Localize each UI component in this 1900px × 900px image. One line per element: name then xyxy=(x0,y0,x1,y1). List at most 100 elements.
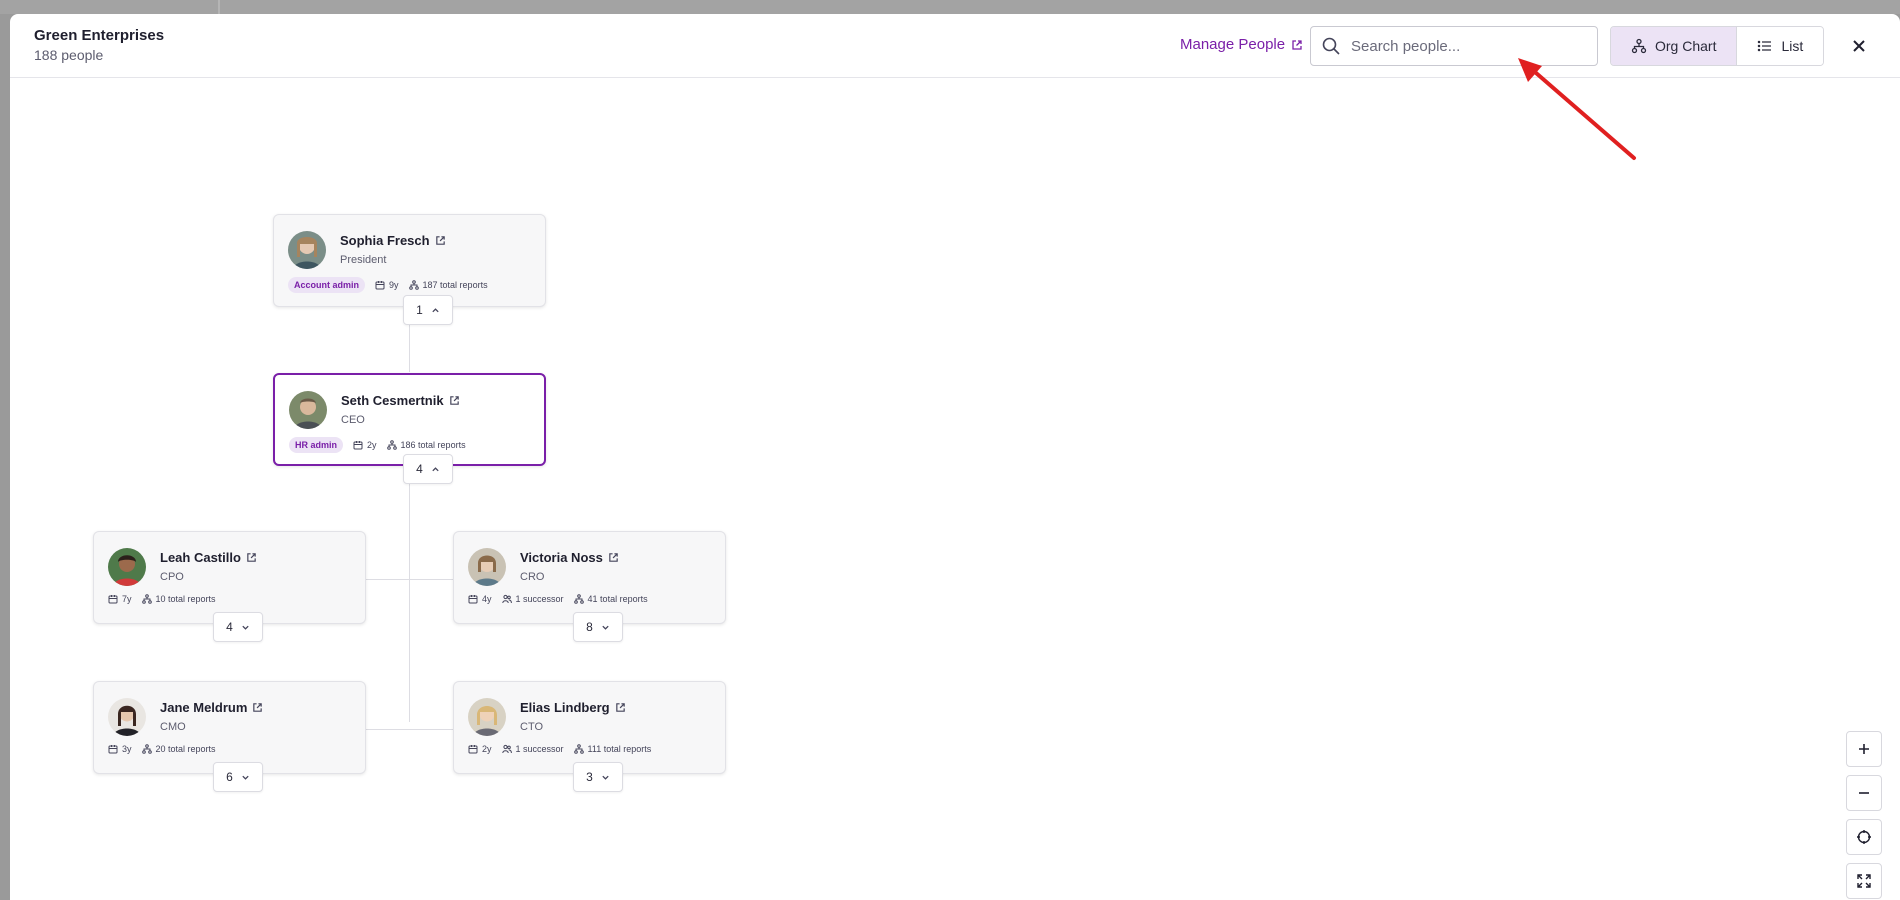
total-reports: 187 total reports xyxy=(408,280,488,290)
total-reports: 10 total reports xyxy=(141,594,216,604)
person-name-row: Victoria Noss xyxy=(520,550,619,565)
fit-screen-icon xyxy=(1857,874,1871,888)
person-name: Elias Lindberg xyxy=(520,700,610,715)
avatar xyxy=(468,548,506,586)
expand-reports-button[interactable]: 6 xyxy=(213,762,263,792)
person-role: CRO xyxy=(520,571,545,583)
calendar-icon xyxy=(108,745,118,754)
zoom-in-button[interactable] xyxy=(1846,731,1882,767)
person-name: Leah Castillo xyxy=(160,550,241,565)
hierarchy-icon xyxy=(141,744,152,754)
calendar-icon xyxy=(468,595,478,604)
total-reports: 41 total reports xyxy=(573,594,648,604)
person-card-elias-lindberg[interactable]: Elias Lindberg CTO 2y 1 successor 111 to… xyxy=(453,681,726,774)
person-meta: 7y 10 total reports xyxy=(108,594,216,604)
person-meta: 2y 1 successor 111 total reports xyxy=(468,744,651,754)
expand-reports-button[interactable]: 4 xyxy=(213,612,263,642)
tenure: 4y xyxy=(468,594,492,604)
reports-count: 1 xyxy=(416,303,423,317)
tenure: 2y xyxy=(353,440,377,450)
backdrop-divider xyxy=(218,0,220,14)
external-link-icon[interactable] xyxy=(615,702,626,713)
org-chart-canvas[interactable]: Sophia Fresch President Account admin 9y… xyxy=(10,79,1900,900)
person-name-row: Seth Cesmertnik xyxy=(341,393,460,408)
calendar-icon xyxy=(353,441,363,450)
total-reports: 186 total reports xyxy=(386,440,466,450)
tenure: 2y xyxy=(468,744,492,754)
person-name-row: Leah Castillo xyxy=(160,550,257,565)
avatar xyxy=(468,698,506,736)
reports-count: 6 xyxy=(226,770,233,784)
connector-line xyxy=(409,472,410,722)
reports-count: 4 xyxy=(226,620,233,634)
person-card-seth-cesmertnik[interactable]: Seth Cesmertnik CEO HR admin 2y 186 tota… xyxy=(273,373,546,466)
avatar xyxy=(289,391,327,429)
person-role: CPO xyxy=(160,571,184,583)
chevron-down-icon xyxy=(242,775,249,780)
person-card-leah-castillo[interactable]: Leah Castillo CPO 7y 10 total reports xyxy=(93,531,366,624)
org-chart-view-label: Org Chart xyxy=(1655,38,1717,54)
role-badge: Account admin xyxy=(288,277,366,293)
chevron-up-icon xyxy=(432,466,439,471)
avatar xyxy=(108,548,146,586)
expand-reports-button[interactable]: 3 xyxy=(573,762,623,792)
list-icon xyxy=(1758,40,1772,52)
users-icon xyxy=(501,744,512,754)
person-meta: 4y 1 successor 41 total reports xyxy=(468,594,648,604)
external-link-icon[interactable] xyxy=(435,235,446,246)
hierarchy-icon xyxy=(141,594,152,604)
total-reports: 20 total reports xyxy=(141,744,216,754)
crosshair-icon xyxy=(1857,830,1871,844)
reports-count: 3 xyxy=(586,770,593,784)
list-view-button[interactable]: List xyxy=(1736,27,1824,65)
person-card-victoria-noss[interactable]: Victoria Noss CRO 4y 1 successor 41 tota… xyxy=(453,531,726,624)
person-name: Seth Cesmertnik xyxy=(341,393,444,408)
chevron-down-icon xyxy=(602,775,609,780)
manage-people-link[interactable]: Manage People xyxy=(1180,36,1303,53)
backdrop xyxy=(0,0,1900,14)
successors: 1 successor xyxy=(501,744,564,754)
hierarchy-icon xyxy=(386,440,397,450)
external-link-icon[interactable] xyxy=(246,552,257,563)
external-link-icon[interactable] xyxy=(252,702,263,713)
successors: 1 successor xyxy=(501,594,564,604)
connector-line xyxy=(364,579,461,580)
users-icon xyxy=(501,594,512,604)
expand-reports-button[interactable]: 8 xyxy=(573,612,623,642)
org-chart-icon xyxy=(1631,38,1647,54)
org-chart-modal: Green Enterprises 188 people Manage Peop… xyxy=(10,14,1900,900)
external-link-icon[interactable] xyxy=(608,552,619,563)
person-name: Victoria Noss xyxy=(520,550,603,565)
external-link-icon[interactable] xyxy=(449,395,460,406)
recenter-button[interactable] xyxy=(1846,819,1882,855)
expand-reports-button[interactable]: 4 xyxy=(403,454,453,484)
reports-count: 4 xyxy=(416,462,423,476)
search-input[interactable] xyxy=(1351,37,1581,55)
plus-icon xyxy=(1859,744,1869,754)
list-view-label: List xyxy=(1781,38,1804,54)
search-icon xyxy=(1322,37,1340,55)
hierarchy-icon xyxy=(573,744,584,754)
person-name-row: Sophia Fresch xyxy=(340,233,446,248)
view-toggle: Org Chart List xyxy=(1610,26,1825,66)
close-icon[interactable] xyxy=(1849,36,1869,56)
calendar-icon xyxy=(108,595,118,604)
person-role: President xyxy=(340,254,387,266)
person-role: CTO xyxy=(520,721,544,733)
hierarchy-icon xyxy=(408,280,419,290)
expand-reports-button[interactable]: 1 xyxy=(403,295,453,325)
person-name: Sophia Fresch xyxy=(340,233,430,248)
tenure: 3y xyxy=(108,744,132,754)
person-card-jane-meldrum[interactable]: Jane Meldrum CMO 3y 20 total reports xyxy=(93,681,366,774)
person-card-sophia-fresch[interactable]: Sophia Fresch President Account admin 9y… xyxy=(273,214,546,307)
calendar-icon xyxy=(375,281,385,290)
person-meta: Account admin 9y 187 total reports xyxy=(288,277,488,293)
external-link-icon xyxy=(1292,39,1302,50)
calendar-icon xyxy=(468,745,478,754)
person-role: CMO xyxy=(160,721,186,733)
fit-screen-button[interactable] xyxy=(1846,863,1882,899)
person-meta: 3y 20 total reports xyxy=(108,744,216,754)
avatar xyxy=(108,698,146,736)
tenure: 9y xyxy=(375,280,399,290)
zoom-out-button[interactable] xyxy=(1846,775,1882,811)
